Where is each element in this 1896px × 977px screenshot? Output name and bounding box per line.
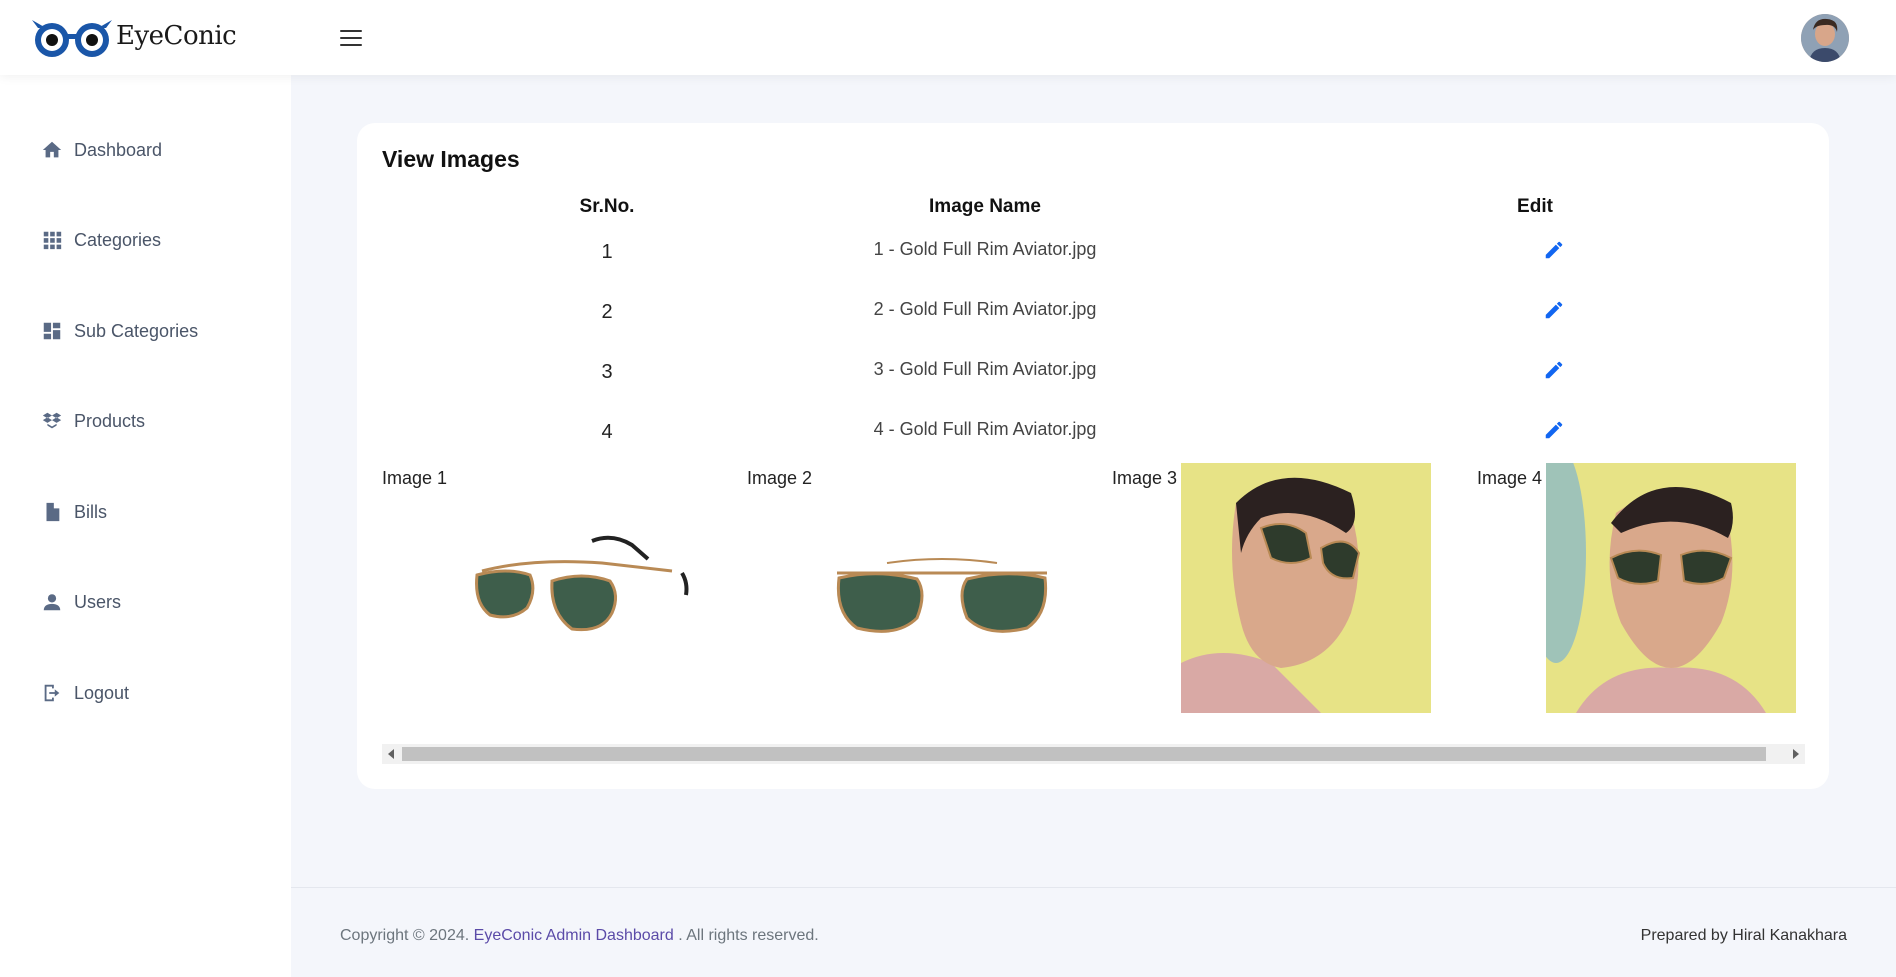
- column-header-sr-no: Sr.No.: [579, 196, 635, 217]
- sidebar-item-sub-categories[interactable]: Sub Categories: [40, 316, 198, 346]
- image-label: Image 1: [382, 468, 448, 488]
- column-header-edit: Edit: [1517, 196, 1553, 217]
- sidebar-item-label: Bills: [74, 501, 108, 522]
- edit-button[interactable]: [1543, 239, 1567, 263]
- model-photo-image: [1181, 463, 1431, 713]
- page-title: View Images: [382, 146, 520, 172]
- brand-logo[interactable]: EyeConic: [28, 14, 237, 58]
- copyright-suffix: . All rights reserved.: [678, 927, 819, 944]
- edit-button[interactable]: [1543, 299, 1567, 323]
- view-images-card: View Images Sr.No. Image Name Edit 1 1 -…: [357, 123, 1829, 789]
- sidebar: Dashboard Categories Sub Categories Prod…: [0, 75, 291, 977]
- footer-divider: [291, 887, 1896, 888]
- scrollbar-thumb[interactable]: [402, 747, 1766, 761]
- pencil-icon: [1545, 301, 1563, 319]
- owl-glasses-logo-icon: [32, 20, 112, 57]
- image-label: Image 4: [1477, 468, 1543, 488]
- copyright-prefix: Copyright © 2024.: [340, 927, 470, 944]
- pencil-icon: [1545, 421, 1563, 439]
- sidebar-item-logout[interactable]: Logout: [40, 678, 129, 708]
- file-icon: [40, 500, 64, 524]
- horizontal-scrollbar[interactable]: [382, 744, 1805, 764]
- image-label: Image 3: [1112, 468, 1178, 488]
- table-row-sr: 2: [601, 301, 613, 323]
- table-row-sr: 1: [601, 241, 613, 263]
- product-image: [817, 463, 1067, 713]
- logout-icon: [40, 681, 64, 705]
- footer-copyright: Copyright © 2024. EyeConic Admin Dashboa…: [340, 927, 819, 945]
- sidebar-item-label: Logout: [74, 682, 130, 703]
- user-icon: [40, 590, 64, 614]
- sidebar-item-label: Sub Categories: [74, 320, 199, 341]
- image-label: Image 2: [747, 468, 813, 488]
- dashboard-tiles-icon: [40, 319, 64, 343]
- home-icon: [40, 138, 64, 162]
- sidebar-item-dashboard[interactable]: Dashboard: [40, 135, 162, 165]
- column-header-image-name: Image Name: [929, 196, 1041, 217]
- brand-name: EyeConic: [116, 21, 237, 51]
- product-image: [452, 463, 702, 713]
- footer-dashboard-link[interactable]: EyeConic Admin Dashboard: [474, 927, 674, 944]
- sidebar-item-products[interactable]: Products: [40, 406, 145, 436]
- sidebar-item-bills[interactable]: Bills: [40, 497, 107, 527]
- sidebar-item-label: Users: [74, 591, 122, 612]
- sidebar-item-users[interactable]: Users: [40, 587, 121, 617]
- edit-button[interactable]: [1543, 419, 1567, 443]
- table-row-sr: 3: [601, 361, 613, 383]
- user-avatar[interactable]: [1801, 14, 1849, 62]
- table-row-image-name: 1 - Gold Full Rim Aviator.jpg: [873, 239, 1097, 259]
- sidebar-item-label: Dashboard: [74, 139, 163, 160]
- sidebar-item-categories[interactable]: Categories: [40, 225, 161, 255]
- footer-credit: Prepared by Hiral Kanakhara: [1640, 927, 1847, 944]
- grid-icon: [40, 228, 64, 252]
- menu-toggle-icon[interactable]: [340, 30, 362, 48]
- scroll-right-arrow-icon[interactable]: [1793, 749, 1799, 759]
- boxes-icon: [40, 409, 64, 433]
- model-photo-image: [1546, 463, 1796, 713]
- table-row-image-name: 4 - Gold Full Rim Aviator.jpg: [873, 419, 1097, 439]
- table-row-image-name: 3 - Gold Full Rim Aviator.jpg: [873, 359, 1097, 379]
- table-row-sr: 4: [601, 421, 613, 443]
- pencil-icon: [1545, 361, 1563, 379]
- table-row-image-name: 2 - Gold Full Rim Aviator.jpg: [873, 299, 1097, 319]
- top-header: EyeConic: [0, 0, 1896, 75]
- pencil-icon: [1545, 241, 1563, 259]
- sidebar-item-label: Categories: [74, 229, 162, 250]
- scroll-left-arrow-icon[interactable]: [388, 749, 394, 759]
- sidebar-item-label: Products: [74, 410, 146, 431]
- edit-button[interactable]: [1543, 359, 1567, 383]
